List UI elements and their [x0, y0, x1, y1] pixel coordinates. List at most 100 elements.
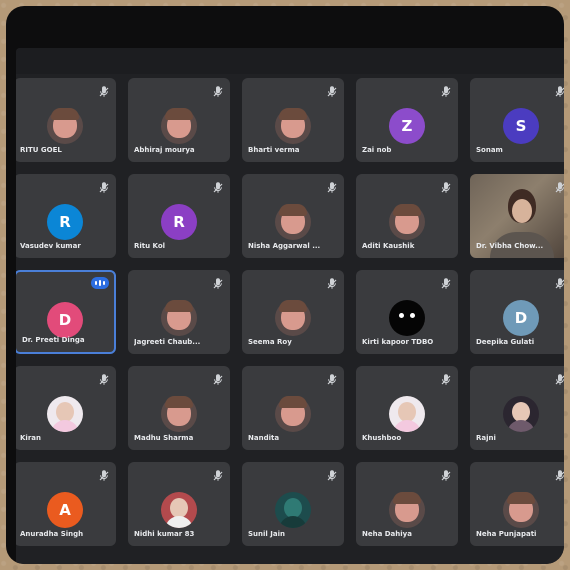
participant-tile[interactable]: Aditi Kaushik	[356, 174, 458, 258]
participant-name: Bharti verma	[248, 146, 300, 154]
participant-tile[interactable]: Kiran	[16, 366, 116, 450]
mute-icon	[326, 371, 338, 385]
mute-icon	[212, 467, 224, 481]
participant-avatar	[389, 492, 425, 528]
participant-tile[interactable]: Khushboo	[356, 366, 458, 450]
active-speaker-icon	[91, 277, 109, 289]
mute-icon	[440, 467, 452, 481]
participant-tile[interactable]: S Sonam	[470, 78, 564, 162]
participant-name: Dr. Preeti Dinga	[22, 336, 85, 344]
participant-tile[interactable]: A Anuradha Singh	[16, 462, 116, 546]
window-top-bar	[16, 48, 564, 74]
participant-avatar: D	[503, 300, 539, 336]
participant-avatar	[275, 300, 311, 336]
participant-tile[interactable]: R Ritu Kol	[128, 174, 230, 258]
participant-name: Ritu Kol	[134, 242, 166, 250]
participant-avatar	[503, 396, 539, 432]
participant-tile[interactable]: Bharti verma	[242, 78, 344, 162]
participant-avatar	[161, 108, 197, 144]
mute-icon	[554, 371, 564, 385]
participant-avatar	[275, 108, 311, 144]
participant-name: Madhu Sharma	[134, 434, 194, 442]
participant-avatar: D	[47, 302, 83, 338]
participant-tile[interactable]: Dr. Vibha Chow...	[470, 174, 564, 258]
mute-icon	[440, 275, 452, 289]
mute-icon	[212, 179, 224, 193]
mute-icon	[326, 467, 338, 481]
mute-icon	[554, 467, 564, 481]
participant-avatar: A	[47, 492, 83, 528]
participant-name: Khushboo	[362, 434, 402, 442]
participant-name: Nisha Aggarwal ...	[248, 242, 321, 250]
participant-avatar	[389, 204, 425, 240]
participant-avatar	[161, 300, 197, 336]
participant-tile[interactable]: Nisha Aggarwal ...	[242, 174, 344, 258]
participant-name: Nandita	[248, 434, 280, 442]
mute-icon	[98, 179, 110, 193]
participant-tile[interactable]: Sunil Jain	[242, 462, 344, 546]
mute-icon	[326, 83, 338, 97]
participant-name: Kirti kapoor TDBO	[362, 338, 434, 346]
participant-tile[interactable]: Rajni	[470, 366, 564, 450]
participant-avatar	[161, 492, 197, 528]
mute-icon	[98, 83, 110, 97]
mute-icon	[212, 83, 224, 97]
participant-avatar: R	[47, 204, 83, 240]
participant-tile[interactable]: Nandita	[242, 366, 344, 450]
participant-name: Sonam	[476, 146, 503, 154]
participant-avatar	[275, 204, 311, 240]
participant-name: RITU GOEL	[20, 146, 62, 154]
mute-icon	[554, 83, 564, 97]
participant-avatar	[389, 300, 425, 336]
mute-icon	[98, 467, 110, 481]
participant-avatar	[47, 108, 83, 144]
participant-name: Anuradha Singh	[20, 530, 84, 538]
participant-tile[interactable]: D Dr. Preeti Dinga	[16, 270, 116, 354]
participant-tile[interactable]: Neha Punjapati	[470, 462, 564, 546]
mute-icon	[440, 83, 452, 97]
participant-name: Zai nob	[362, 146, 392, 154]
video-call-window: RITU GOEL Abhiraj mourya Bharti verma Z Zai …	[16, 48, 564, 564]
participant-avatar	[503, 492, 539, 528]
participant-name: Kiran	[20, 434, 41, 442]
mute-icon	[554, 275, 564, 289]
participant-avatar	[47, 396, 83, 432]
mute-icon	[326, 179, 338, 193]
participant-name: Deepika Gulati	[476, 338, 535, 346]
participant-avatar	[275, 396, 311, 432]
participant-tile[interactable]: Madhu Sharma	[128, 366, 230, 450]
participant-name: Vasudev kumar	[20, 242, 81, 250]
participant-tile[interactable]: Nidhi kumar 83	[128, 462, 230, 546]
participant-avatar	[275, 492, 311, 528]
participant-tile[interactable]: Jagreeti Chaub...	[128, 270, 230, 354]
participant-tile[interactable]: Neha Dahiya	[356, 462, 458, 546]
mute-icon	[440, 179, 452, 193]
participant-avatar: S	[503, 108, 539, 144]
mute-icon	[98, 371, 110, 385]
participant-avatar	[389, 396, 425, 432]
participant-tile[interactable]: Kirti kapoor TDBO	[356, 270, 458, 354]
participant-name: Rajni	[476, 434, 496, 442]
participant-tile[interactable]: R Vasudev kumar	[16, 174, 116, 258]
participant-name: Jagreeti Chaub...	[134, 338, 201, 346]
participant-tile[interactable]: Z Zai nob	[356, 78, 458, 162]
participant-tile[interactable]: D Deepika Gulati	[470, 270, 564, 354]
participant-name: Nidhi kumar 83	[134, 530, 195, 538]
participant-name: Dr. Vibha Chow...	[476, 242, 544, 250]
mute-icon	[554, 179, 564, 193]
mute-icon	[212, 371, 224, 385]
participant-name: Aditi Kaushik	[362, 242, 415, 250]
participant-avatar	[161, 396, 197, 432]
participant-avatar: R	[161, 204, 197, 240]
participant-avatar: Z	[389, 108, 425, 144]
participant-name: Seema Roy	[248, 338, 292, 346]
participant-tile[interactable]: RITU GOEL	[16, 78, 116, 162]
participant-name: Sunil Jain	[248, 530, 285, 538]
mute-icon	[326, 275, 338, 289]
mute-icon	[212, 275, 224, 289]
participant-name: Neha Punjapati	[476, 530, 537, 538]
device-screen-frame: RITU GOEL Abhiraj mourya Bharti verma Z Zai …	[6, 6, 564, 564]
participant-tile[interactable]: Seema Roy	[242, 270, 344, 354]
participant-tile[interactable]: Abhiraj mourya	[128, 78, 230, 162]
mute-icon	[440, 371, 452, 385]
